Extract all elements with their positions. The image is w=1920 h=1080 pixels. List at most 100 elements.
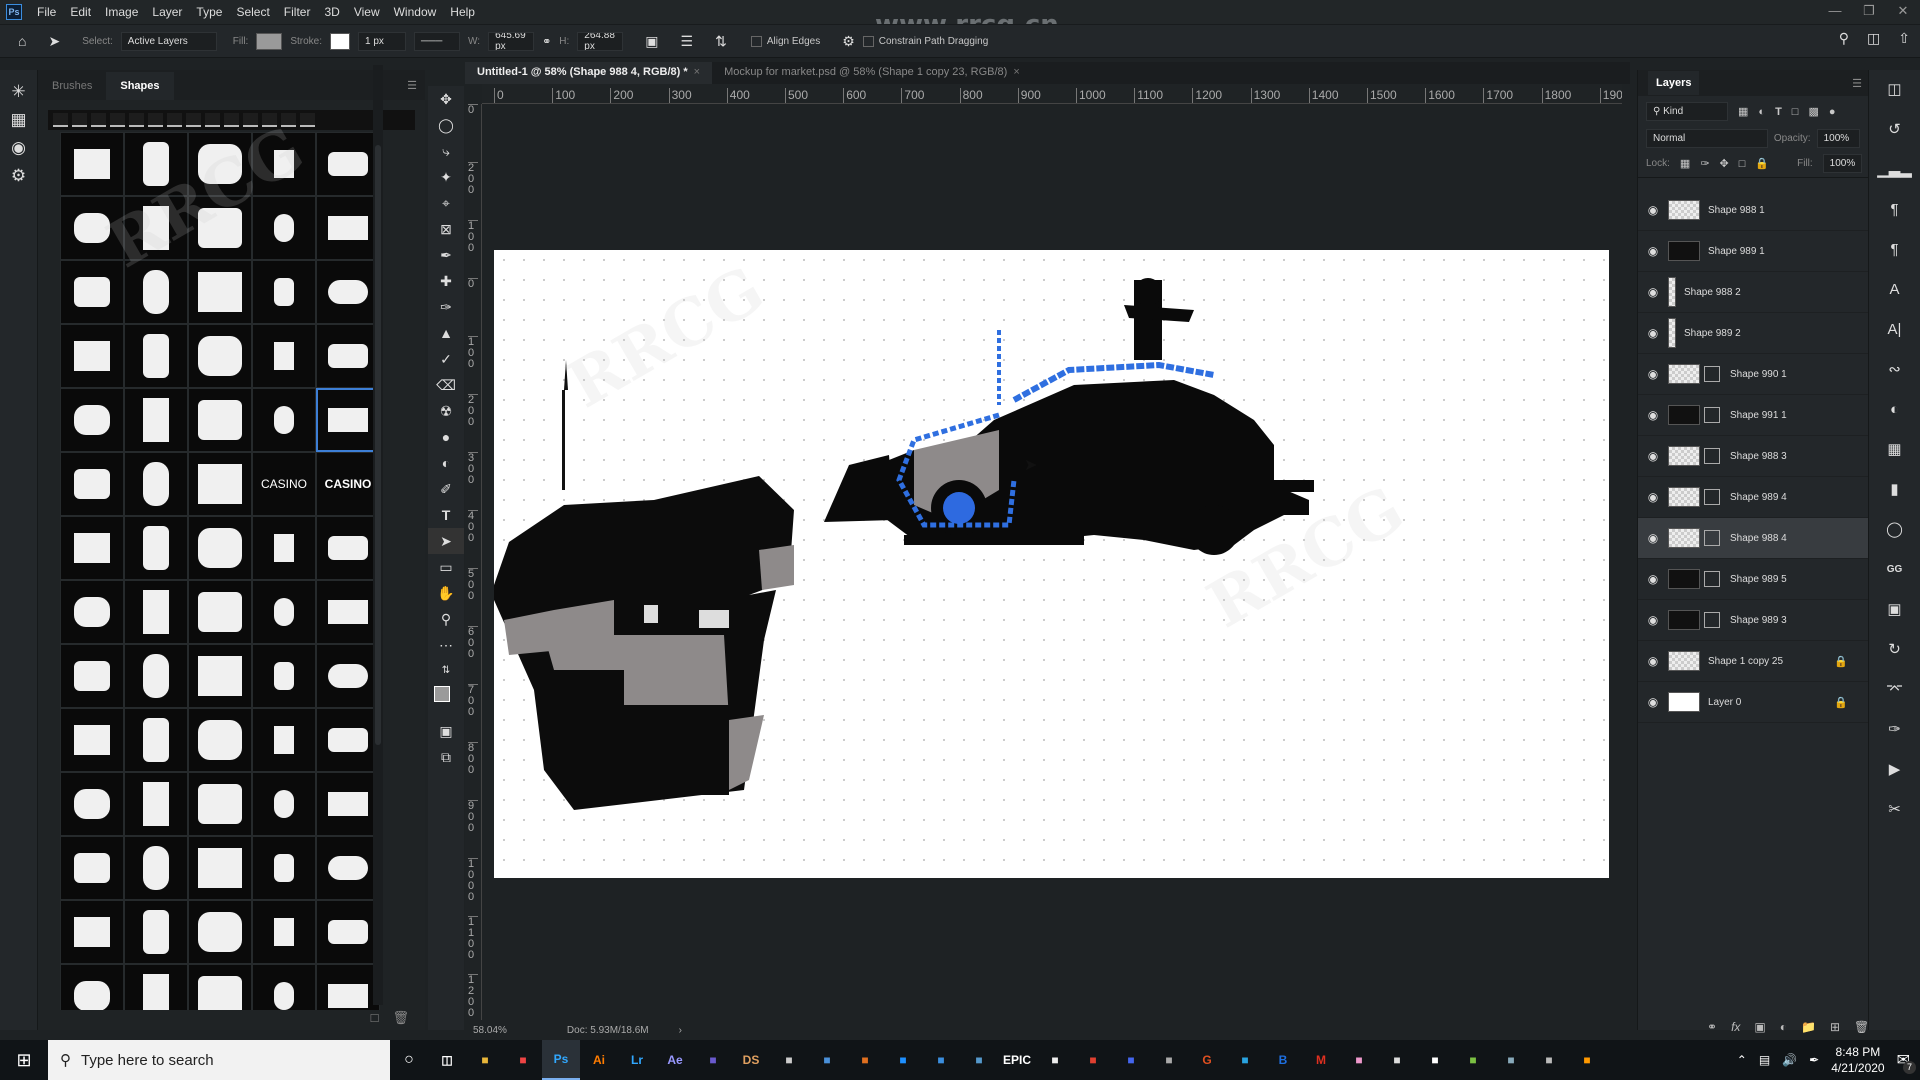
fill-swatch[interactable] bbox=[256, 32, 283, 50]
shape-preset[interactable] bbox=[316, 772, 380, 836]
filter-adjustment-icon[interactable]: ◐ bbox=[1758, 106, 1765, 118]
shape-preset[interactable] bbox=[124, 580, 188, 644]
actions-icon[interactable]: ↻ bbox=[1869, 630, 1920, 670]
shape-preset[interactable]: CASINO bbox=[252, 452, 316, 516]
menu-file[interactable]: File bbox=[30, 5, 63, 19]
taskbar-app-substance[interactable]: ■ bbox=[694, 1040, 732, 1080]
windows-start-icon[interactable]: ⊞ bbox=[0, 1050, 48, 1071]
shape-preset[interactable] bbox=[124, 836, 188, 900]
shape-preset[interactable] bbox=[60, 580, 124, 644]
menu-filter[interactable]: Filter bbox=[277, 5, 318, 19]
share-icon[interactable]: ⇧ bbox=[1898, 30, 1910, 47]
shape-preset[interactable] bbox=[252, 196, 316, 260]
constrain-path-check[interactable] bbox=[862, 35, 874, 47]
layer-row[interactable]: ◉ Shape 988 1 bbox=[1638, 190, 1868, 231]
taskbar-app-epic[interactable]: EPIC bbox=[998, 1040, 1036, 1080]
shape-preset[interactable] bbox=[316, 260, 380, 324]
shape-preset[interactable] bbox=[252, 772, 316, 836]
filter-shape-icon[interactable]: □ bbox=[1792, 106, 1799, 118]
new-layer-icon[interactable]: ⊞ bbox=[1830, 1020, 1840, 1034]
taskbar-app-steam[interactable]: ■ bbox=[960, 1040, 998, 1080]
menu-select[interactable]: Select bbox=[229, 5, 276, 19]
menu-help[interactable]: Help bbox=[443, 5, 482, 19]
tab-brushes[interactable]: Brushes bbox=[38, 72, 106, 100]
shape-preset[interactable] bbox=[188, 644, 252, 708]
shape-preset[interactable] bbox=[188, 452, 252, 516]
channels-icon[interactable]: ∾ bbox=[1869, 350, 1920, 390]
recent-shape[interactable] bbox=[281, 113, 296, 127]
swatches-icon[interactable]: ▦ bbox=[1869, 430, 1920, 470]
align-edges-check[interactable] bbox=[750, 35, 762, 47]
healing-brush-tool-icon[interactable]: ✚ bbox=[428, 268, 464, 294]
shape-preset[interactable] bbox=[60, 516, 124, 580]
quick-mask-icon[interactable]: ▣ bbox=[428, 718, 464, 744]
workspace-icon[interactable]: ◫ bbox=[1867, 30, 1880, 47]
taskbar-app-slack[interactable]: ■ bbox=[1340, 1040, 1378, 1080]
close-tab-icon[interactable]: × bbox=[1013, 66, 1019, 78]
glyphs-icon[interactable]: GG bbox=[1869, 550, 1920, 590]
constrain-path-checkbox[interactable]: Constrain Path Dragging bbox=[862, 35, 988, 47]
visibility-eye-icon[interactable]: ◉ bbox=[1638, 244, 1668, 258]
shape-preset[interactable] bbox=[188, 708, 252, 772]
add-mask-icon[interactable]: ▣ bbox=[1754, 1020, 1765, 1034]
delete-layer-icon[interactable]: 🗑 bbox=[1854, 1020, 1869, 1034]
taskbar-app-zbrush[interactable]: ■ bbox=[1416, 1040, 1454, 1080]
path-arrangement-icon[interactable]: ⇅ bbox=[715, 33, 727, 50]
volume-icon[interactable]: 🔊 bbox=[1782, 1053, 1797, 1067]
layer-name[interactable]: Shape 988 4 bbox=[1730, 533, 1787, 544]
recent-shape[interactable] bbox=[205, 113, 220, 127]
notifications-icon[interactable]: ✉ 7 bbox=[1897, 1050, 1916, 1074]
layer-name[interactable]: Shape 989 3 bbox=[1730, 615, 1787, 626]
height-field[interactable]: 264.88 px bbox=[577, 31, 624, 51]
shape-preset[interactable] bbox=[252, 708, 316, 772]
shape-preset[interactable] bbox=[316, 196, 380, 260]
taskbar-app-file-explorer[interactable]: ■ bbox=[466, 1040, 504, 1080]
taskbar-app-ds[interactable]: DS bbox=[732, 1040, 770, 1080]
shape-preset[interactable] bbox=[124, 516, 188, 580]
lock-all-icon[interactable]: 🔒 bbox=[1755, 157, 1769, 170]
taskbar-app-ae[interactable]: Ae bbox=[656, 1040, 694, 1080]
layers-title[interactable]: Layers bbox=[1648, 71, 1700, 95]
shape-preset[interactable] bbox=[188, 324, 252, 388]
taskbar-app-display[interactable]: ■ bbox=[1378, 1040, 1416, 1080]
link-layers-icon[interactable]: ⚭ bbox=[1707, 1020, 1717, 1034]
lock-paint-icon[interactable]: ✑ bbox=[1700, 157, 1709, 170]
move-tool-icon[interactable]: ✥ bbox=[428, 86, 464, 112]
magic-wand-tool-icon[interactable]: ✦ bbox=[428, 164, 464, 190]
layer-row[interactable]: ◉ Shape 990 1 bbox=[1638, 354, 1868, 395]
brush-settings-icon[interactable]: ✳ bbox=[0, 82, 37, 110]
clock[interactable]: 8:48 PM 4/21/2020 bbox=[1831, 1044, 1884, 1076]
shape-preset[interactable] bbox=[124, 452, 188, 516]
eyedropper-tool-icon[interactable]: ✒ bbox=[428, 242, 464, 268]
menu-image[interactable]: Image bbox=[98, 5, 145, 19]
filter-smart-object-icon[interactable]: ▩ bbox=[1808, 105, 1818, 118]
recent-shape[interactable] bbox=[167, 113, 182, 127]
tab-mockup[interactable]: Mockup for market.psd @ 58% (Shape 1 cop… bbox=[712, 62, 1032, 84]
shape-preset[interactable] bbox=[252, 388, 316, 452]
close-icon[interactable]: ✕ bbox=[1886, 0, 1920, 24]
shape-preset[interactable] bbox=[124, 260, 188, 324]
layer-row[interactable]: ◉ Shape 988 4 bbox=[1638, 518, 1868, 559]
layer-name[interactable]: Layer 0 bbox=[1708, 697, 1741, 708]
taskbar-app-ai[interactable]: Ai bbox=[580, 1040, 618, 1080]
visibility-eye-icon[interactable]: ◉ bbox=[1638, 203, 1668, 217]
color-swatches[interactable] bbox=[428, 684, 464, 718]
layer-name[interactable]: Shape 1 copy 25 bbox=[1708, 656, 1783, 667]
histogram-icon[interactable]: ▁▃▂ bbox=[1869, 150, 1920, 190]
task-view-icon[interactable]: ◫ bbox=[428, 1040, 466, 1080]
recent-shape[interactable] bbox=[91, 113, 106, 127]
shape-preset[interactable] bbox=[252, 260, 316, 324]
lock-transparent-icon[interactable]: ▦ bbox=[1680, 157, 1690, 170]
shape-preset[interactable]: CASINO bbox=[316, 452, 380, 516]
layer-row[interactable]: ◉ Shape 988 3 bbox=[1638, 436, 1868, 477]
layer-name[interactable]: Shape 989 5 bbox=[1730, 574, 1787, 585]
shape-preset[interactable] bbox=[188, 900, 252, 964]
delete-icon[interactable]: 🗑 bbox=[392, 1010, 409, 1030]
recent-shape[interactable] bbox=[300, 113, 315, 127]
recent-shape[interactable] bbox=[224, 113, 239, 127]
tool-presets-icon[interactable]: ✂ bbox=[1869, 790, 1920, 830]
shape-preset[interactable] bbox=[60, 132, 124, 196]
menu-view[interactable]: View bbox=[347, 5, 387, 19]
tab-shapes[interactable]: Shapes bbox=[106, 72, 174, 100]
visibility-eye-icon[interactable]: ◉ bbox=[1638, 654, 1668, 668]
